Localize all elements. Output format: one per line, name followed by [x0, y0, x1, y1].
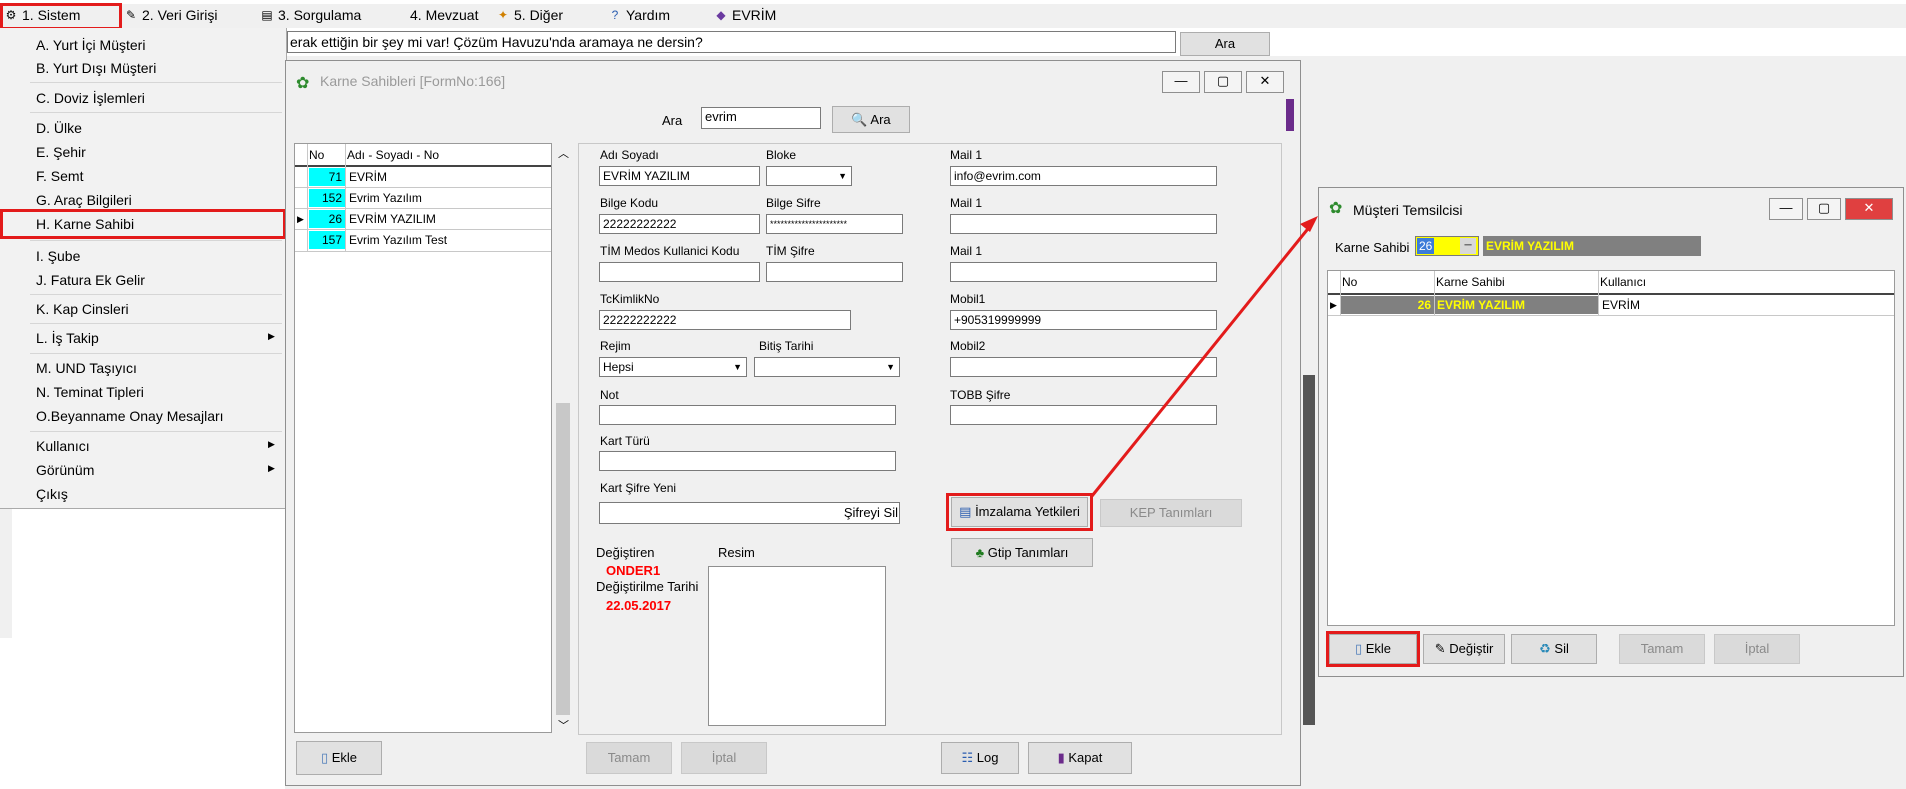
annotation-arrow-line — [1090, 224, 1313, 497]
annotation-arrow — [1090, 216, 1318, 497]
annotation-arrow-head — [1300, 216, 1318, 232]
